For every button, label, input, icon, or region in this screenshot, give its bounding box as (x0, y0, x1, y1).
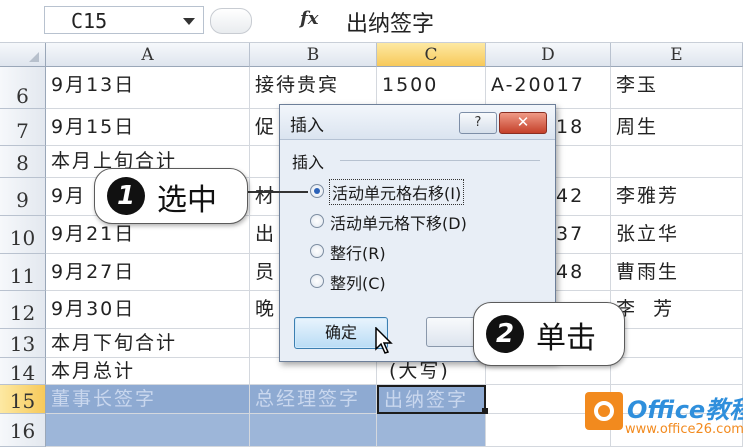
radio-shift-down-label: 活动单元格下移(D) (330, 214, 467, 233)
cell-e7[interactable]: 周生 (611, 109, 743, 146)
chevron-down-icon[interactable] (183, 18, 195, 25)
cell-e11[interactable]: 曹雨生 (611, 254, 743, 291)
dialog-titlebar[interactable]: 插入 ? ✕ (280, 105, 555, 140)
cell-e8[interactable] (611, 146, 743, 178)
column-header-c[interactable]: C (377, 43, 486, 67)
cell-c6[interactable]: 1500 (377, 67, 486, 109)
radio-entire-row-label: 整行(R) (330, 244, 386, 263)
help-button[interactable]: ? (459, 112, 497, 134)
callout-step-2: 2 单击 (473, 302, 625, 366)
insert-function-icon[interactable]: fx (300, 8, 318, 29)
cell-e12[interactable]: 李 芳 (611, 291, 743, 329)
cell-a16[interactable] (46, 414, 250, 447)
watermark: Office教程网 www.office26.com (585, 390, 743, 445)
select-all-corner[interactable] (0, 43, 46, 67)
watermark-url: www.office26.com (625, 422, 743, 437)
formula-bar-resize-handle[interactable] (210, 8, 252, 34)
formula-bar: C15 fx 出纳签字 (0, 0, 743, 43)
watermark-title: Office教程网 (627, 396, 743, 424)
cell-d6[interactable]: A-20017 (486, 67, 611, 109)
cell-e14[interactable] (611, 358, 743, 385)
cell-c16[interactable] (377, 414, 486, 447)
row-header-14[interactable]: 14 (0, 358, 46, 385)
column-header-a[interactable]: A (46, 43, 250, 67)
cell-a6[interactable]: 9月13日 (46, 67, 250, 109)
radio-shift-right-label: 活动单元格右移(I) (328, 179, 465, 205)
cell-e9[interactable]: 李雅芳 (611, 178, 743, 216)
cell-a15[interactable]: 董事长签字 (46, 385, 250, 414)
callout-step-1: 1 选中 (94, 168, 248, 224)
cell-a14[interactable]: 本月总计 (46, 358, 250, 385)
cell-e10[interactable]: 张立华 (611, 216, 743, 254)
ok-button[interactable]: 确定 (294, 317, 388, 349)
mouse-pointer-icon (375, 327, 393, 354)
row-header-11[interactable]: 11 (0, 254, 46, 291)
radio-unselected-icon[interactable] (310, 244, 324, 258)
step-2-text: 单击 (536, 321, 596, 356)
office-logo-icon (585, 392, 623, 430)
cell-e6[interactable]: 李玉 (611, 67, 743, 109)
row-header-16[interactable]: 16 (0, 414, 46, 447)
cell-c15-active[interactable]: 出纳签字 (377, 385, 486, 414)
cell-e13[interactable] (611, 329, 743, 358)
dialog-title: 插入 (290, 116, 324, 136)
name-box-value: C15 (71, 9, 108, 33)
cell-a11[interactable]: 9月27日 (46, 254, 250, 291)
cell-b14[interactable] (250, 358, 377, 385)
cell-b15[interactable]: 总经理签字 (250, 385, 377, 414)
insert-group-label: 插入 (292, 153, 325, 172)
cell-b16[interactable] (250, 414, 377, 447)
cell-c14[interactable]: (大写) (377, 358, 486, 385)
group-divider (340, 160, 540, 161)
column-header-b[interactable]: B (250, 43, 377, 67)
row-header-15[interactable]: 15 (0, 385, 46, 414)
radio-entire-column-label: 整列(C) (330, 274, 386, 293)
row-header-8[interactable]: 8 (0, 146, 46, 178)
radio-entire-column[interactable]: 整列(C) (310, 270, 570, 294)
row-header-12[interactable]: 12 (0, 291, 46, 329)
step-2-number: 2 (486, 315, 524, 353)
formula-input[interactable]: 出纳签字 (346, 6, 434, 38)
row-header-9[interactable]: 9 (0, 178, 46, 216)
name-box[interactable]: C15 (44, 6, 204, 34)
column-header-e[interactable]: E (611, 43, 743, 67)
row-header-10[interactable]: 10 (0, 216, 46, 254)
cell-a7[interactable]: 9月15日 (46, 109, 250, 146)
row-header-7[interactable]: 7 (0, 109, 46, 146)
radio-unselected-icon[interactable] (310, 274, 324, 288)
row-header-13[interactable]: 13 (0, 329, 46, 358)
cell-a12[interactable]: 9月30日 (46, 291, 250, 329)
close-button[interactable]: ✕ (499, 112, 547, 134)
cell-a13[interactable]: 本月下旬合计 (46, 329, 250, 358)
step-1-number: 1 (107, 177, 145, 215)
cell-b6[interactable]: 接待贵宾 (250, 67, 377, 109)
row-header-6[interactable]: 6 (0, 67, 46, 109)
radio-selected-icon[interactable] (310, 184, 324, 198)
radio-shift-right[interactable]: 活动单元格右移(I) (310, 179, 570, 205)
radio-shift-down[interactable]: 活动单元格下移(D) (310, 210, 570, 234)
radio-unselected-icon[interactable] (310, 214, 324, 228)
callout-1-connector (246, 191, 308, 193)
radio-entire-row[interactable]: 整行(R) (310, 240, 570, 264)
step-1-text: 选中 (157, 183, 217, 218)
column-header-d[interactable]: D (486, 43, 611, 67)
